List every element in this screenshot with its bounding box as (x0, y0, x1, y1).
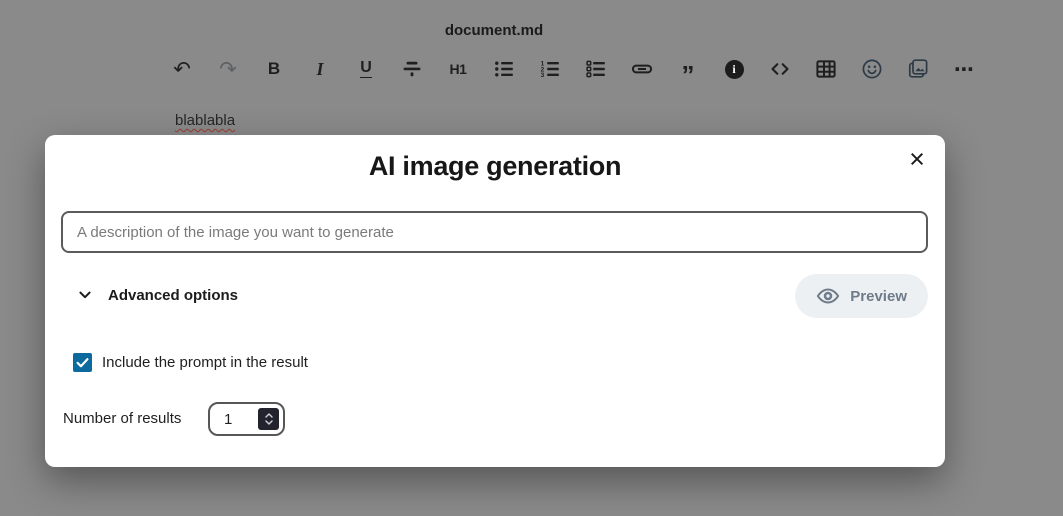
blockquote-icon: ” (682, 62, 695, 88)
prompt-input[interactable] (61, 211, 928, 253)
heading-1-icon: H1 (450, 61, 467, 77)
svg-text:3: 3 (541, 72, 545, 79)
more-button[interactable]: ⋯ (950, 55, 978, 83)
undo-button[interactable]: ↶ (168, 55, 196, 83)
advanced-options-toggle[interactable]: Advanced options (77, 282, 238, 308)
link-button[interactable] (628, 55, 656, 83)
editor-toolbar: ↶ ↷ B I U H1 1 2 3 (168, 55, 978, 83)
redo-icon: ↷ (219, 59, 237, 80)
number-of-results-field (208, 402, 285, 436)
include-prompt-checkbox[interactable] (73, 353, 92, 372)
task-list-button[interactable] (582, 55, 610, 83)
strikethrough-icon (400, 57, 424, 81)
underline-icon: U (360, 60, 372, 78)
unordered-list-button[interactable] (490, 55, 518, 83)
strikethrough-button[interactable] (398, 55, 426, 83)
blockquote-button[interactable]: ” (674, 55, 702, 83)
number-stepper[interactable] (258, 408, 279, 430)
modal-title: AI image generation (45, 151, 945, 182)
ordered-list-icon: 1 2 3 (538, 57, 562, 81)
include-prompt-label: Include the prompt in the result (102, 354, 308, 371)
more-icon: ⋯ (954, 57, 974, 81)
redo-button[interactable]: ↷ (214, 55, 242, 83)
ai-image-generation-modal: × AI image generation Advanced options P… (45, 135, 945, 467)
table-button[interactable] (812, 55, 840, 83)
info-icon: i (725, 60, 744, 79)
number-of-results-label: Number of results (63, 402, 181, 436)
ordered-list-button[interactable]: 1 2 3 (536, 55, 564, 83)
stepper-arrows-icon (263, 410, 275, 428)
info-button[interactable]: i (720, 55, 748, 83)
italic-button[interactable]: I (306, 55, 334, 83)
preview-button-label: Preview (850, 288, 907, 305)
image-icon (906, 57, 930, 81)
table-icon (814, 57, 838, 81)
task-list-icon (584, 57, 608, 81)
misspelled-word: blablabla (175, 112, 235, 129)
emoji-icon (860, 57, 884, 81)
unordered-list-icon (492, 57, 516, 81)
code-icon (768, 57, 792, 81)
editor-content[interactable]: blablabla (175, 112, 235, 129)
emoji-button[interactable] (858, 55, 886, 83)
italic-icon: I (316, 59, 323, 80)
check-icon (73, 353, 92, 372)
link-icon (630, 57, 654, 81)
advanced-options-label: Advanced options (108, 287, 238, 304)
eye-icon (816, 284, 840, 308)
include-prompt-row[interactable]: Include the prompt in the result (73, 353, 308, 372)
bold-icon: B (268, 59, 280, 79)
code-button[interactable] (766, 55, 794, 83)
document-filename: document.md (0, 22, 988, 39)
bold-button[interactable]: B (260, 55, 288, 83)
preview-button[interactable]: Preview (795, 274, 928, 318)
underline-button[interactable]: U (352, 55, 380, 83)
undo-icon: ↶ (173, 59, 191, 80)
heading-1-button[interactable]: H1 (444, 55, 472, 83)
insert-image-button[interactable] (904, 55, 932, 83)
chevron-down-icon (77, 287, 93, 303)
